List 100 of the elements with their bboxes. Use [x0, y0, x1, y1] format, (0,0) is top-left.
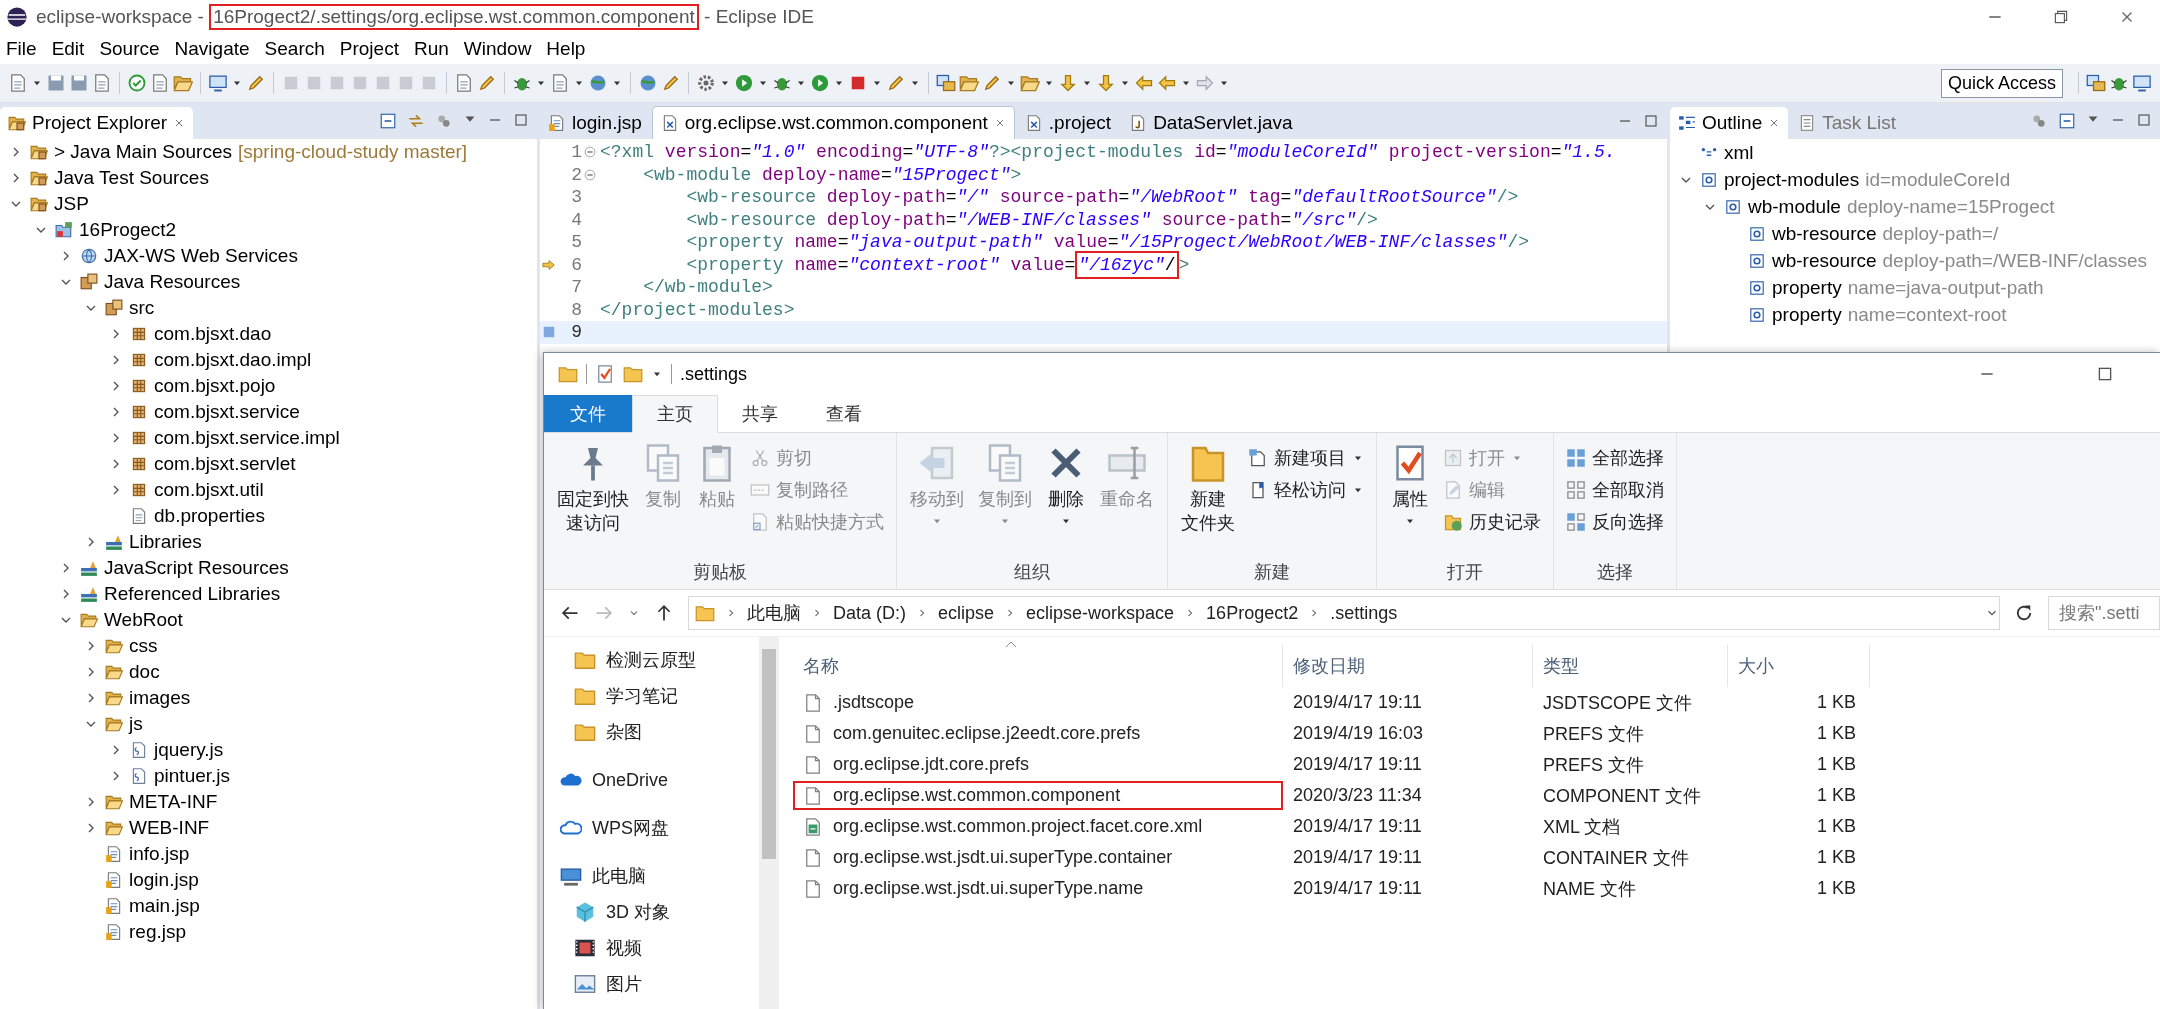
outline-item[interactable]: wb-resource	[1772, 222, 1877, 245]
nav-item[interactable]: WPS网盘	[592, 816, 669, 840]
breadcrumb[interactable]: eclipse-workspace	[1026, 602, 1175, 624]
tree-item[interactable]: com.bjsxt.service	[154, 401, 300, 423]
breadcrumb[interactable]: eclipse	[938, 602, 995, 624]
panel-tab[interactable]: Task List	[1790, 107, 1905, 139]
nav-item[interactable]: 此电脑	[592, 864, 646, 888]
column-header[interactable]: 大小	[1738, 654, 1774, 678]
breadcrumb[interactable]: 16Progect2	[1206, 602, 1299, 624]
nav-item[interactable]: 杂图	[606, 720, 642, 744]
collapse-all-icon[interactable]	[379, 112, 397, 130]
window-icon[interactable]	[936, 73, 956, 93]
filter-icon[interactable]	[2030, 112, 2048, 130]
properties-icon[interactable]	[595, 364, 615, 384]
column-header[interactable]: 类型	[1543, 654, 1579, 678]
tree-item[interactable]: 16Progect2	[79, 219, 177, 241]
tree-item[interactable]: Java Test Sources	[54, 167, 209, 189]
tree-item[interactable]: images	[129, 687, 191, 709]
menu-item[interactable]: Source	[99, 38, 160, 60]
tree-item[interactable]: src	[129, 297, 155, 319]
menu-item[interactable]: Search	[264, 38, 325, 60]
tree-item[interactable]: JSP	[54, 193, 89, 215]
ribbon-button[interactable]: 删除	[1041, 439, 1091, 555]
editor-tab[interactable]: login.jsp	[540, 107, 650, 139]
tree-item[interactable]: > Java Main Sources	[54, 141, 232, 163]
menu-item[interactable]: Window	[463, 38, 532, 60]
outline-item[interactable]: project-modules	[1724, 168, 1860, 191]
ribbon-button[interactable]: 轻松访问	[1244, 475, 1368, 505]
pencil-icon[interactable]	[982, 73, 1002, 93]
nav-item[interactable]: 检测云原型	[606, 648, 696, 672]
file-name[interactable]: org.eclipse.wst.common.project.facet.core.xml	[833, 816, 1203, 837]
page-icon[interactable]	[454, 73, 474, 93]
ribbon-tab[interactable]: 共享	[718, 395, 802, 432]
tree-item[interactable]: Libraries	[129, 531, 202, 553]
folder-icon[interactable]	[623, 364, 643, 384]
check-circle-icon[interactable]	[127, 73, 147, 93]
menu-item[interactable]: File	[6, 38, 37, 60]
file-name[interactable]: org.eclipse.wst.jsdt.ui.superType.container	[833, 847, 1173, 868]
nav-item[interactable]: OneDrive	[592, 769, 669, 791]
page-icon[interactable]	[92, 73, 112, 93]
file-name[interactable]: org.eclipse.wst.jsdt.ui.superType.name	[833, 878, 1144, 899]
address-bar[interactable]: 此电脑 Data (D:) eclipse eclipse-workspace 16Progect2 .settings	[688, 596, 2000, 630]
outline-item[interactable]: xml	[1724, 141, 1754, 164]
nav-item[interactable]: 3D 对象	[606, 900, 670, 924]
file-name[interactable]: org.eclipse.wst.common.component	[833, 785, 1121, 806]
page-icon[interactable]	[150, 73, 170, 93]
outline-item[interactable]: wb-module	[1748, 195, 1841, 218]
ribbon-button[interactable]: 属性	[1385, 439, 1435, 555]
fold-icon[interactable]	[584, 168, 596, 181]
fold-icon[interactable]	[584, 146, 596, 159]
tree-item[interactable]: com.bjsxt.pojo	[154, 375, 276, 397]
file-menu-button[interactable]: 文件	[544, 395, 632, 432]
ribbon-button[interactable]: 新建项目	[1244, 443, 1368, 473]
globe-icon[interactable]	[638, 73, 658, 93]
nav-item[interactable]: 视频	[606, 936, 642, 960]
tree-item[interactable]: css	[129, 635, 158, 657]
column-header[interactable]: 修改日期	[1293, 654, 1365, 678]
outline-item[interactable]: wb-resource	[1772, 249, 1877, 272]
outline-item[interactable]: property	[1772, 276, 1842, 299]
pencil-icon[interactable]	[661, 73, 681, 93]
outline-item[interactable]: property	[1772, 303, 1842, 326]
tree-item[interactable]: login.jsp	[129, 869, 199, 891]
file-name[interactable]: .jsdtscope	[833, 692, 915, 713]
tree-item[interactable]: WEB-INF	[129, 817, 210, 839]
ribbon-button[interactable]: 全部取消	[1562, 475, 1668, 505]
tree-item[interactable]: js	[129, 713, 143, 735]
ribbon-button[interactable]: 固定到快 速访问	[552, 439, 634, 555]
tree-item[interactable]: com.bjsxt.dao.impl	[154, 349, 312, 371]
pencil-icon[interactable]	[886, 73, 906, 93]
tree-item[interactable]: com.bjsxt.util	[154, 479, 264, 501]
menu-item[interactable]: Help	[546, 38, 586, 60]
nav-item[interactable]: 图片	[606, 972, 642, 996]
breadcrumb[interactable]: .settings	[1330, 602, 1398, 624]
ribbon-tab[interactable]: 查看	[802, 395, 886, 432]
folder-icon[interactable]	[959, 73, 979, 93]
tree-item[interactable]: com.bjsxt.dao	[154, 323, 272, 345]
tree-item[interactable]: WebRoot	[104, 609, 183, 631]
quick-access-field[interactable]: Quick Access	[1940, 68, 2063, 98]
menu-item[interactable]: Run	[413, 38, 449, 60]
restore-icon[interactable]	[2052, 8, 2070, 26]
refresh-icon[interactable]	[2014, 603, 2034, 623]
tree-item[interactable]: jquery.js	[154, 739, 224, 761]
ribbon-button[interactable]: 全部选择	[1562, 443, 1668, 473]
file-name[interactable]: org.eclipse.jdt.core.prefs	[833, 754, 1030, 775]
tree-item[interactable]: Java Resources	[104, 271, 241, 293]
editor-tab[interactable]: DataServlet.java	[1121, 107, 1301, 139]
sort-icon[interactable]	[1003, 639, 1019, 649]
tree-item[interactable]: info.jsp	[129, 843, 190, 865]
ribbon-button[interactable]: 新建 文件夹	[1176, 439, 1240, 555]
folder-icon[interactable]	[173, 73, 193, 93]
tree-item[interactable]: pintuer.js	[154, 765, 231, 787]
editor-tab[interactable]: org.eclipse.wst.common.component	[651, 106, 1015, 139]
window-icon[interactable]	[2086, 73, 2106, 93]
folder-icon[interactable]	[558, 364, 578, 384]
pencil-icon[interactable]	[477, 73, 497, 93]
monitor-icon[interactable]	[208, 73, 228, 93]
breadcrumb[interactable]: 此电脑	[747, 601, 801, 625]
menu-item[interactable]: Project	[339, 38, 399, 60]
tree-item[interactable]: META-INF	[129, 791, 218, 813]
search-field[interactable]: 搜索".setti	[2048, 596, 2160, 630]
